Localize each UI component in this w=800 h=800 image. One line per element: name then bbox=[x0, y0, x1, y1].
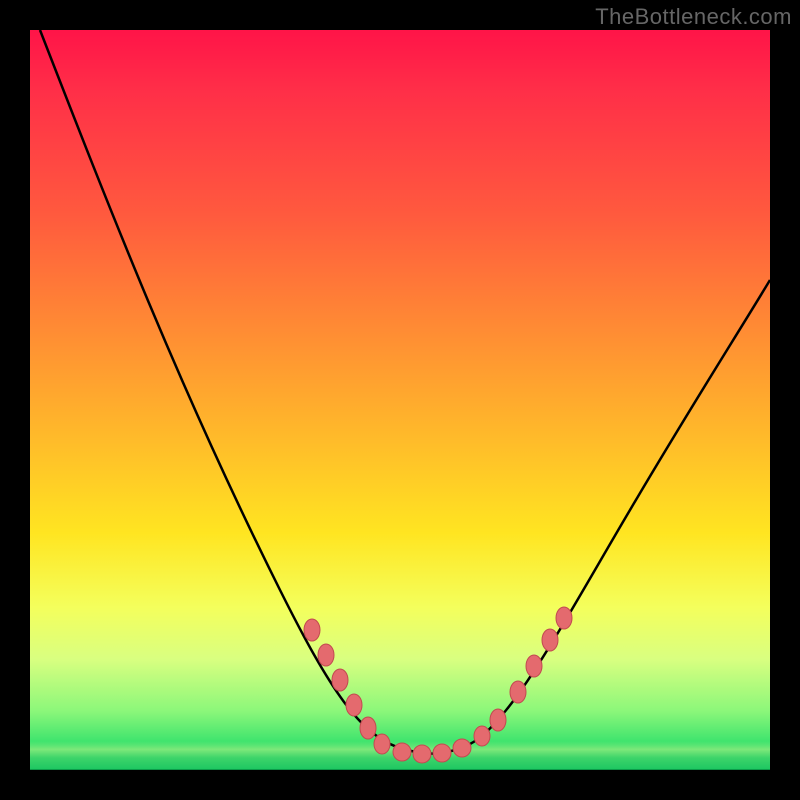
curve-path bbox=[40, 30, 770, 754]
watermark-text: TheBottleneck.com bbox=[595, 4, 792, 30]
bottleneck-curve bbox=[30, 30, 770, 770]
chart-stage: TheBottleneck.com bbox=[0, 0, 800, 800]
curve-markers bbox=[304, 607, 572, 763]
